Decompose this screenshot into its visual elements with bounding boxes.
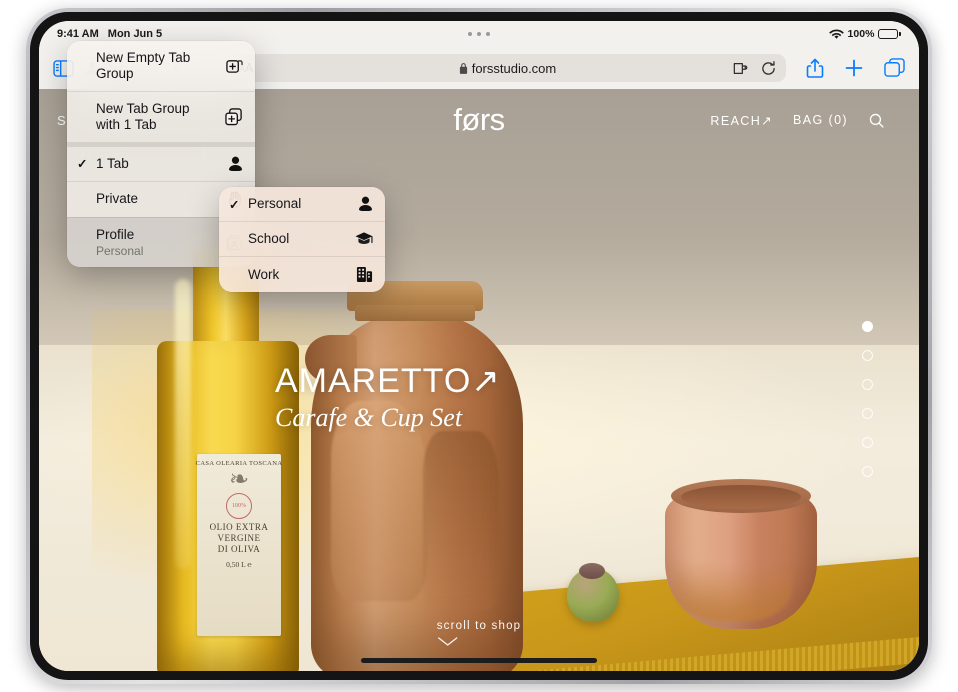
submenu-item-personal[interactable]: ✓ Personal	[219, 187, 385, 221]
profile-submenu: ✓ Personal School Work	[219, 187, 385, 292]
status-bar-right: 100%	[829, 28, 901, 40]
arrow-up-right-icon: ↗	[761, 114, 773, 128]
search-icon[interactable]	[868, 112, 885, 129]
menu-item-label: Private	[96, 191, 217, 207]
status-bar-left: 9:41 AM Mon Jun 5	[57, 28, 162, 40]
site-nav-bag-link[interactable]: BAG (0)	[793, 113, 848, 127]
submenu-item-label: School	[248, 231, 347, 247]
photo-olive-oil-bottle: CASA OLEARIA TOSCANA ❧ 100% OLIO EXTRA V…	[157, 249, 299, 671]
extensions-puzzle-icon[interactable]	[733, 61, 749, 76]
bottle-label-volume: 0,50 L ℮	[226, 560, 252, 569]
hero-title: AMARETTO↗	[275, 361, 501, 401]
olive-sprig-icon: ❧	[229, 467, 249, 493]
hero-subtitle: Carafe & Cup Set	[275, 403, 501, 433]
slide-pagination	[862, 321, 873, 477]
device-screen: CASA OLEARIA TOSCANA ❧ 100% OLIO EXTRA V…	[39, 21, 919, 671]
submenu-item-school[interactable]: School	[219, 221, 385, 256]
building-icon	[353, 266, 373, 283]
square-plus-icon	[223, 57, 243, 74]
site-logo[interactable]: førs	[453, 102, 504, 138]
photo-carafe	[311, 281, 523, 671]
menu-item-label-wrap: Profile Personal	[96, 227, 217, 258]
pagination-dot[interactable]	[862, 437, 873, 448]
person-fill-icon	[223, 156, 243, 172]
menu-item-new-tab-group-with-tab[interactable]: New Tab Group with 1 Tab	[67, 91, 255, 142]
lock-icon	[459, 63, 468, 74]
bottle-label-brand: CASA OLEARIA TOSCANA	[196, 460, 283, 467]
chevron-down-icon	[437, 636, 522, 647]
photo-cup	[665, 483, 817, 629]
cup-warm-shadow	[673, 563, 793, 621]
address-bar-right-icons	[733, 61, 776, 76]
status-date: Mon Jun 5	[108, 28, 162, 40]
share-icon[interactable]	[806, 58, 824, 79]
carafe-lid-base	[355, 305, 475, 321]
pagination-dot[interactable]	[862, 350, 873, 361]
menu-item-label: 1 Tab	[96, 156, 217, 172]
address-bar[interactable]: AA forsstudio.com	[229, 54, 786, 82]
photo-fig-stem	[579, 563, 605, 579]
submenu-item-label: Work	[248, 267, 347, 283]
battery-percent: 100%	[848, 28, 875, 40]
menu-item-sublabel: Personal	[96, 244, 217, 258]
squares-stack-plus-icon	[223, 108, 243, 126]
menu-item-label: Profile	[96, 227, 217, 243]
graduation-cap-icon	[353, 231, 373, 247]
menu-check-mark: ✓	[77, 156, 90, 171]
device-bezel: CASA OLEARIA TOSCANA ❧ 100% OLIO EXTRA V…	[30, 12, 928, 680]
home-indicator[interactable]	[361, 658, 597, 663]
cup-interior	[681, 485, 801, 509]
site-nav-shop-link[interactable]: S	[57, 113, 67, 128]
tab-overview-icon[interactable]	[884, 58, 905, 78]
address-bar-center: forsstudio.com	[229, 61, 786, 76]
scroll-to-shop-cue[interactable]: scroll to shop	[437, 620, 522, 647]
menu-item-one-tab[interactable]: ✓ 1 Tab	[67, 142, 255, 181]
bottle-label-line3: DI OLIVA	[218, 544, 261, 555]
battery-icon	[878, 29, 901, 39]
scroll-cue-label: scroll to shop	[437, 620, 522, 632]
bottle-label: CASA OLEARIA TOSCANA ❧ 100% OLIO EXTRA V…	[197, 454, 281, 636]
menu-item-new-empty-tab-group[interactable]: New Empty Tab Group	[67, 41, 255, 91]
menu-item-label: New Empty Tab Group	[96, 50, 217, 82]
submenu-item-work[interactable]: Work	[219, 256, 385, 292]
pagination-dot[interactable]	[862, 408, 873, 419]
bottle-label-line1: OLIO EXTRA	[210, 522, 269, 533]
pagination-dot[interactable]	[862, 321, 873, 332]
plus-icon[interactable]	[844, 58, 864, 78]
submenu-item-label: Personal	[248, 196, 347, 212]
site-nav-right: REACH↗ BAG (0)	[710, 112, 885, 129]
menu-item-label: New Tab Group with 1 Tab	[96, 101, 217, 133]
site-nav-reach-link[interactable]: REACH↗	[710, 113, 773, 128]
status-time: 9:41 AM	[57, 28, 99, 40]
bottle-highlight	[175, 279, 191, 569]
pagination-dot[interactable]	[862, 379, 873, 390]
pagination-dot[interactable]	[862, 466, 873, 477]
ipad-device-frame: CASA OLEARIA TOSCANA ❧ 100% OLIO EXTRA V…	[26, 8, 932, 684]
address-bar-url: forsstudio.com	[472, 61, 557, 76]
carafe-facet-shadow	[423, 431, 499, 611]
wifi-icon	[829, 29, 844, 40]
reload-icon[interactable]	[761, 61, 776, 76]
bottle-label-line2: VERGINE	[218, 533, 261, 544]
multitask-dots-icon[interactable]	[468, 32, 490, 36]
menu-check-mark: ✓	[229, 197, 242, 212]
bottle-label-stamp: 100%	[226, 493, 252, 519]
person-fill-icon	[353, 196, 373, 212]
hero-text-block: AMARETTO↗ Carafe & Cup Set	[275, 361, 501, 433]
toolbar-right-actions	[798, 58, 905, 79]
